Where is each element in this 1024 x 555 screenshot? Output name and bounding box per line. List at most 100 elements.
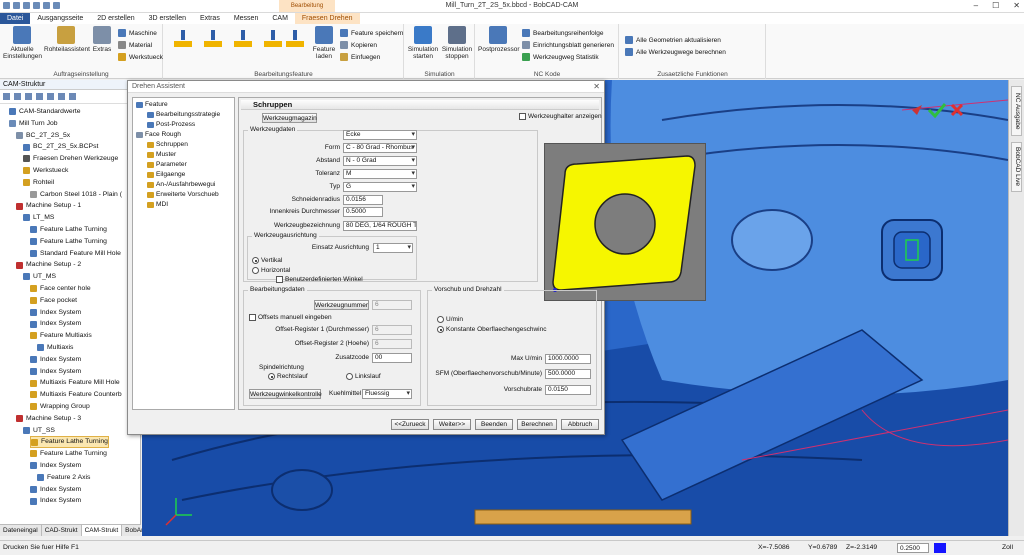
werkzeugmagazin-button[interactable]: Werkzeugmagazin xyxy=(262,113,317,123)
werkzeugbezeichnung-input[interactable]: 80 DEG, 1/64 ROUGH TURNING xyxy=(343,221,417,231)
linkslauf-radio[interactable]: Linkslauf xyxy=(346,373,381,380)
cam-tree-item[interactable]: Carbon Steel 1018 - Plain ( xyxy=(30,189,122,201)
cam-tree-item[interactable]: Index System xyxy=(30,318,81,330)
zusatzcode-input[interactable]: 00 xyxy=(372,353,412,363)
bearbeitungsreihenfolge-button[interactable]: Bearbeitungsreihenfolge xyxy=(522,29,603,37)
tab-nc-ausgabe[interactable]: NC Ausgabe xyxy=(1011,86,1022,136)
feature-cutoff-icon[interactable] xyxy=(262,30,284,50)
feature-groove-icon[interactable] xyxy=(202,30,224,50)
vertikal-radio[interactable]: Vertikal xyxy=(252,257,282,264)
weiter-button[interactable]: Weiter>> xyxy=(433,419,471,430)
werkstueck-button[interactable]: Werkstueck xyxy=(118,53,163,61)
beenden-button[interactable]: Beenden xyxy=(475,419,513,430)
tab-cad-struktur[interactable]: CAD-Strukt xyxy=(42,525,82,536)
cam-tree-item[interactable]: Multiaxis Feature Mill Hole xyxy=(30,377,120,389)
tolerance-input[interactable]: 0.2500 xyxy=(897,543,929,553)
feature-hole-icon[interactable] xyxy=(284,30,306,50)
tab-dateneingabe[interactable]: Dateneingal xyxy=(0,525,42,536)
cam-tree-item[interactable]: Index System xyxy=(30,460,81,472)
form-select[interactable]: C - 80 Grad - Rhombus xyxy=(343,143,417,153)
kopieren-button[interactable]: Kopieren xyxy=(340,41,377,49)
referenzpunkt-select[interactable]: Ecke xyxy=(343,130,417,140)
cam-tree-item[interactable]: Multiaxis Feature Counterb xyxy=(30,389,122,401)
zurueck-button[interactable]: <<Zurueck xyxy=(391,419,429,430)
color-swatch[interactable] xyxy=(934,543,946,553)
cam-tree-item[interactable]: LT_MS xyxy=(23,212,54,224)
cam-tree-item[interactable]: Index System xyxy=(30,354,81,366)
innenkreis-input[interactable]: 0.5000 xyxy=(343,207,383,217)
tab-datei[interactable]: Datei xyxy=(0,13,31,24)
cam-tree-item[interactable]: Index System xyxy=(30,366,81,378)
dialog-tree-item[interactable]: MDI xyxy=(147,201,168,208)
cam-tree-item-selected[interactable]: Feature Lathe Turning xyxy=(30,436,109,448)
cam-tree-item[interactable]: Wrapping Group xyxy=(30,401,90,413)
konstante-oberflaeche-radio[interactable]: Konstante Oberflaechengeschwinc xyxy=(437,326,546,333)
rechtslauf-radio[interactable]: Rechtslauf xyxy=(268,373,308,380)
feature-speichern-button[interactable]: Feature speichern xyxy=(340,29,403,37)
dialog-tree-item[interactable]: Face Rough xyxy=(136,131,181,138)
einsatz-ausrichtung-select[interactable]: 1 xyxy=(373,243,413,253)
dialog-tree-item[interactable]: Erweiterte Vorschueb xyxy=(147,191,219,198)
cam-tree-item[interactable]: Rohteil xyxy=(23,177,54,189)
feature-laden-button[interactable]: Feature laden xyxy=(311,26,337,60)
simulation-stoppen-button[interactable]: Simulation stoppen xyxy=(441,26,473,60)
dialog-tree-item[interactable]: Bearbeitungsstrategie xyxy=(147,111,220,118)
tab-2d-erstellen[interactable]: 2D erstellen xyxy=(90,13,141,24)
aktuelle-einstellungen-button[interactable]: Aktuelle Einstellungen xyxy=(3,26,42,60)
cam-tree-item[interactable]: Feature 2 Axis xyxy=(37,472,90,484)
werkzeugnummer-button[interactable]: Werkzeugnummer xyxy=(314,300,369,310)
tab-cam-struktur[interactable]: CAM-Strukt xyxy=(81,525,123,536)
tab-bobcad-live[interactable]: BobCAD Live xyxy=(1011,142,1022,192)
material-button[interactable]: Material xyxy=(118,41,152,49)
feature-turning-icon[interactable] xyxy=(172,30,194,50)
tab-3d-erstellen[interactable]: 3D erstellen xyxy=(142,13,193,24)
cam-tree-item[interactable]: Machine Setup - 2 xyxy=(16,259,81,271)
window-controls[interactable]: – ☐ ✕ xyxy=(974,1,1020,10)
maximize-icon[interactable]: ☐ xyxy=(992,1,999,10)
abbruch-button[interactable]: Abbruch xyxy=(561,419,599,430)
cam-tree-item[interactable]: Index System xyxy=(30,307,81,319)
feature-thread-icon[interactable] xyxy=(232,30,254,50)
cam-tree-item[interactable]: BC_2T_2S_5x xyxy=(16,130,70,142)
dialog-tree-item[interactable]: An-/Ausfahrbewegui xyxy=(147,181,215,188)
cam-tree-item[interactable]: Feature Lathe Turning xyxy=(30,236,107,248)
max-umin-input[interactable]: 1000.0000 xyxy=(545,354,591,364)
dialog-tree-item[interactable]: Muster xyxy=(147,151,176,158)
tab-ausgangsseite[interactable]: Ausgangsseite xyxy=(30,13,90,24)
horizontal-radio[interactable]: Horizontal xyxy=(252,267,290,274)
cam-tree-item[interactable]: Fraesen Drehen Werkzeuge xyxy=(23,153,118,165)
schneidenradius-input[interactable]: 0.0156 xyxy=(343,195,383,205)
werkzeugweg-statistik-button[interactable]: Werkzeugweg Statistik xyxy=(522,53,599,61)
sfm-input[interactable]: 500.0000 xyxy=(545,369,591,379)
tab-cam[interactable]: CAM xyxy=(265,13,295,24)
extras-button[interactable]: Extras xyxy=(90,26,114,53)
cam-tree-item[interactable]: Machine Setup - 3 xyxy=(16,413,81,425)
werkzeughalter-checkbox[interactable]: Werkzeughalter anzeigen xyxy=(519,113,602,120)
cam-tree-item[interactable]: Face pocket xyxy=(30,295,77,307)
einfuegen-button[interactable]: Einfuegen xyxy=(340,53,380,61)
cam-tree-toolbar[interactable] xyxy=(0,90,140,104)
tab-extras[interactable]: Extras xyxy=(193,13,227,24)
cam-tree-item[interactable]: Feature Multiaxis xyxy=(30,330,92,342)
benutzerdefiniert-checkbox[interactable]: Benutzerdefinierten Winkel xyxy=(276,276,363,283)
umin-radio[interactable]: U/min xyxy=(437,316,463,323)
tab-messen[interactable]: Messen xyxy=(227,13,266,24)
cam-tree-item[interactable]: Face center hole xyxy=(30,283,91,295)
cam-tree-item[interactable]: Werkstueck xyxy=(23,165,68,177)
cam-tree-item[interactable]: CAM-Standardwerte xyxy=(9,106,81,118)
berechnen-button[interactable]: Berechnen xyxy=(517,419,557,430)
geometrien-aktualisieren-button[interactable]: Alle Geometrien aktualisieren xyxy=(625,36,721,44)
dialog-tree-item[interactable]: Parameter xyxy=(147,161,187,168)
dialog-tree-item[interactable]: Feature xyxy=(136,101,168,108)
rohteilassistent-button[interactable]: Rohteilassistent xyxy=(44,26,90,53)
cam-tree-item[interactable]: Feature Lathe Turning xyxy=(30,224,107,236)
dialog-tree-item[interactable]: Eilgaenge xyxy=(147,171,185,178)
close-icon[interactable]: ✕ xyxy=(593,82,600,91)
minimize-icon[interactable]: – xyxy=(974,1,978,10)
vorschubrate-input[interactable]: 0.0150 xyxy=(545,385,591,395)
close-icon[interactable]: ✕ xyxy=(1013,1,1020,10)
tab-fraesen-drehen[interactable]: Fraesen Drehen xyxy=(294,13,360,24)
toleranz-select[interactable]: M xyxy=(343,169,417,179)
cam-tree-item[interactable]: Multiaxis xyxy=(37,342,73,354)
offset1-input[interactable]: 6 xyxy=(372,325,412,335)
